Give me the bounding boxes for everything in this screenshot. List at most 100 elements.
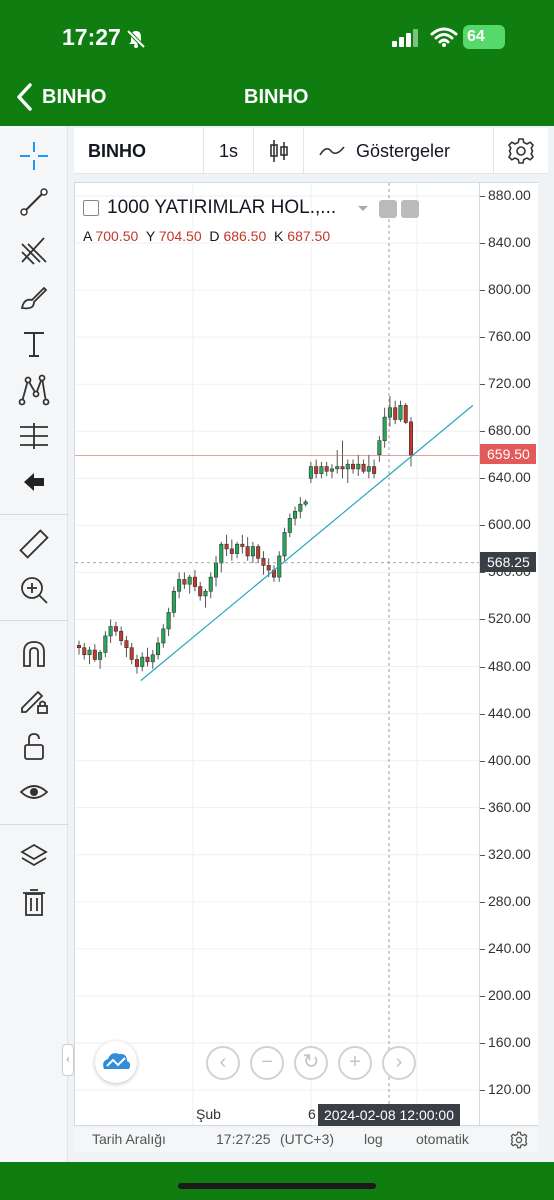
price-tick-mark (480, 713, 485, 715)
price-tick-label: 360.00 (488, 798, 531, 815)
page-title: BINHO (244, 86, 309, 108)
magnet-tool[interactable] (14, 634, 54, 674)
scroll-left-button[interactable]: ‹ (206, 1046, 240, 1080)
text-icon (24, 332, 44, 357)
price-tick-mark (480, 995, 485, 997)
candle-body (192, 576, 197, 587)
layers-icon (20, 843, 48, 867)
candle-body (224, 543, 229, 550)
zoom-in-button[interactable]: + (338, 1046, 372, 1080)
lock-drawing-tool[interactable] (14, 680, 54, 720)
candle-body (198, 586, 203, 597)
price-tick-label: 640.00 (488, 469, 531, 486)
candle-body (87, 649, 92, 656)
legend-eye-icon[interactable] (379, 200, 397, 218)
fib-tool[interactable] (14, 230, 54, 270)
timezone-button[interactable]: (UTC+3) (280, 1131, 334, 1147)
back-chevron-icon[interactable] (14, 82, 36, 112)
date-range-button[interactable]: Tarih Aralığı (92, 1131, 166, 1147)
text-tool[interactable] (14, 324, 54, 364)
candle-body (124, 640, 129, 649)
pattern-tool[interactable] (14, 370, 54, 410)
bottom-bar (0, 1162, 554, 1200)
candle-body (361, 463, 366, 472)
candle-body (208, 576, 213, 592)
candle-body (293, 510, 298, 519)
symbol-button[interactable]: BINHO (74, 128, 204, 174)
candle-body (103, 635, 108, 653)
ohlc-readout: A 700.50 Y 704.50 D 686.50 K 687.50 (83, 228, 331, 244)
ruler-tool[interactable] (14, 524, 54, 564)
back-arrow-tool[interactable] (14, 462, 54, 502)
zoom-tool[interactable] (14, 570, 54, 610)
chart-toolbar: BINHO 1s Göstergeler (74, 128, 548, 174)
brush-tool[interactable] (14, 278, 54, 318)
candle-body (140, 656, 145, 667)
candles-icon (269, 140, 288, 162)
candle-body (398, 405, 403, 420)
chart-area[interactable]: 1000 YATIRIMLAR HOL.,... A 700.50 Y 704.… (74, 182, 480, 1126)
measure-lines-tool[interactable] (14, 416, 54, 456)
zoom-in-icon (21, 577, 48, 604)
collapse-legend-icon[interactable] (83, 200, 99, 216)
candle-body (287, 518, 292, 533)
price-tick-mark (480, 478, 485, 480)
back-button[interactable]: BINHO (42, 86, 106, 109)
indicators-button[interactable]: Göstergeler (304, 128, 494, 174)
crosshair-tool[interactable] (14, 136, 54, 176)
candle-body (214, 562, 219, 578)
bottom-settings-icon[interactable] (510, 1131, 528, 1149)
delete-tool[interactable] (14, 882, 54, 922)
candle-body (324, 466, 329, 472)
trend-line-tool[interactable] (14, 182, 54, 222)
collapse-toolbar-tab[interactable]: ‹ (62, 1044, 74, 1076)
price-tick-mark (480, 666, 485, 668)
candle-body (156, 642, 161, 656)
candle-body (408, 421, 414, 456)
settings-button[interactable] (494, 128, 548, 174)
auto-scale-button[interactable]: otomatik (416, 1131, 469, 1147)
magnet-icon (23, 641, 45, 667)
unlock-icon (24, 733, 44, 760)
top-bar: 17:27 64 BINHO BINHO (0, 0, 554, 126)
arrow-left-icon (24, 473, 44, 491)
layers-tool[interactable] (14, 836, 54, 876)
low-value: 686.50 (223, 228, 267, 244)
lock-tool[interactable] (14, 726, 54, 766)
battery-indicator: 64 (463, 25, 505, 49)
bell-muted-icon (126, 29, 146, 49)
candle-body (240, 543, 245, 547)
brush-icon (20, 286, 48, 310)
candle-body (266, 565, 271, 571)
candle-body (119, 630, 124, 641)
indicators-icon (319, 146, 345, 156)
price-tick-mark (480, 854, 485, 856)
symbol-legend-title: 1000 YATIRIMLAR HOL.,... (107, 197, 337, 218)
legend-dropdown-icon[interactable] (357, 205, 369, 213)
visibility-tool[interactable] (14, 772, 54, 812)
reset-button[interactable]: ↻ (294, 1046, 328, 1080)
price-tick-label: 480.00 (488, 657, 531, 674)
price-tick-label: 720.00 (488, 375, 531, 392)
candlestick-chart[interactable] (75, 183, 480, 1126)
price-tick-label: 120.00 (488, 1081, 531, 1097)
tradingview-logo-button[interactable] (95, 1041, 137, 1083)
interval-button[interactable]: 1s (204, 128, 254, 174)
zoom-out-button[interactable]: − (250, 1046, 284, 1080)
price-tick-mark (480, 290, 485, 292)
home-indicator[interactable] (178, 1183, 376, 1189)
price-axis[interactable]: 880.00 840.00 800.00 760.00 720.00 680.00 640.… (480, 182, 538, 1126)
legend-settings-icon[interactable] (401, 200, 419, 218)
price-tick-label: 880.00 (488, 187, 531, 203)
crosshair-time-badge: 2024-02-08 12:00:00 (318, 1104, 460, 1126)
price-tick-label: 840.00 (488, 234, 531, 251)
chart-type-button[interactable] (254, 128, 304, 174)
drawing-toolbar (0, 126, 68, 1162)
scroll-right-button[interactable]: › (382, 1046, 416, 1080)
trash-icon (23, 889, 45, 916)
log-button[interactable]: log (364, 1131, 383, 1147)
price-tick-mark (480, 243, 485, 245)
gear-icon (508, 138, 534, 164)
candle-body (182, 579, 187, 585)
price-tick-label: 280.00 (488, 892, 531, 909)
